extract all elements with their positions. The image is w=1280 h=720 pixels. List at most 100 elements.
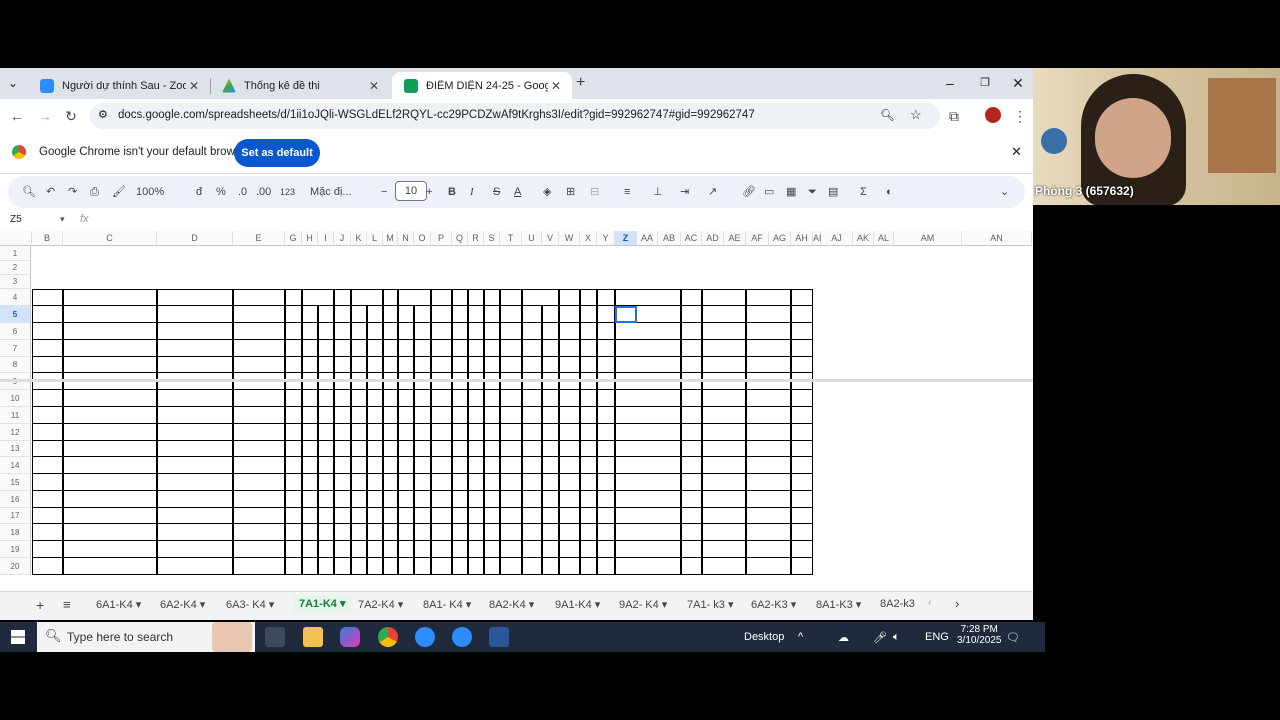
copilot-icon[interactable]	[340, 627, 360, 647]
chrome-taskbar-icon[interactable]	[378, 627, 398, 647]
zoom-taskbar-icon[interactable]	[415, 627, 435, 647]
sheet-tab[interactable]: 7A1- k3 ▾	[687, 598, 734, 611]
font-size-decrease[interactable]: −	[381, 184, 387, 200]
italic-icon[interactable]: I	[470, 184, 474, 200]
print-icon[interactable]: ⎙	[90, 184, 99, 200]
taskbar-search[interactable]: 🔍︎ Type here to search	[37, 622, 255, 652]
collapse-toolbar-icon[interactable]: ⌄	[1000, 184, 1009, 200]
tab-search-icon[interactable]: ⌄	[8, 76, 18, 90]
increase-decimal-button[interactable]: .00	[256, 184, 271, 200]
sheet-tab[interactable]: 8A2-k3	[880, 598, 915, 610]
forward-icon[interactable]: →	[36, 107, 54, 125]
decrease-decimal-button[interactable]: .0	[238, 184, 247, 200]
chart-icon[interactable]: ▦	[786, 184, 796, 200]
name-box-dropdown-icon[interactable]: ▾	[60, 214, 65, 225]
sheet-tab[interactable]: 6A2-K4 ▾	[160, 598, 205, 611]
file-explorer-icon[interactable]	[303, 627, 323, 647]
sheet-tab[interactable]: 7A2-K4 ▾	[358, 598, 403, 611]
comment-icon[interactable]: ▭	[764, 184, 774, 200]
sheet-tab[interactable]: 6A1-K4 ▾	[96, 598, 141, 611]
number-format-button[interactable]: 123	[280, 184, 295, 200]
taskview-app-icon[interactable]	[265, 627, 285, 647]
merge-cells-icon[interactable]: ⊟	[590, 184, 599, 200]
scroll-left-icon[interactable]: ‹	[928, 597, 932, 609]
speaker-icon[interactable]: 🔈︎	[893, 631, 900, 644]
sheet-tab[interactable]: 6A2-K3 ▾	[751, 598, 796, 611]
word-icon[interactable]	[489, 627, 509, 647]
font-size-increase[interactable]: +	[426, 184, 432, 200]
sheet-tab[interactable]: 6A3- K4 ▾	[226, 598, 274, 611]
functions-icon[interactable]: Σ	[860, 184, 867, 200]
table-cell	[157, 407, 233, 424]
back-icon[interactable]: ←	[8, 107, 26, 125]
table-cell	[32, 424, 63, 441]
add-sheet-icon[interactable]: +	[36, 597, 44, 613]
menu-icon[interactable]: ⋮	[1011, 107, 1029, 125]
tray-arrow-icon[interactable]: ^	[798, 631, 803, 643]
column-header: M	[383, 231, 398, 246]
site-info-icon[interactable]: ⚙	[98, 108, 108, 121]
wrap-icon[interactable]: ⇥	[680, 184, 689, 200]
filter-views-icon[interactable]: ▤	[828, 184, 838, 200]
tab-diem-dien[interactable]: ĐIỂM DIỆN 24-25 - Google Tra ✕	[392, 72, 572, 99]
zoom-select[interactable]: 100%	[136, 184, 164, 200]
omnibox[interactable]: ⚙ docs.google.com/spreadsheets/d/1ii1oJQ…	[90, 103, 940, 129]
rotate-icon[interactable]: ↗	[708, 184, 717, 200]
close-window-button[interactable]: ✕	[1003, 70, 1033, 96]
input-tools-icon[interactable]: ◐	[886, 184, 893, 200]
font-select[interactable]: Mặc đị...	[310, 184, 352, 200]
tab-zoom[interactable]: Người dự thính Sau - Zoom ✕	[28, 72, 210, 99]
close-icon[interactable]: ✕	[186, 79, 202, 93]
all-sheets-icon[interactable]: ≡	[63, 597, 71, 612]
currency-button[interactable]: đ	[196, 184, 202, 200]
minimize-button[interactable]: –	[935, 70, 965, 96]
windows-start-icon[interactable]	[11, 630, 25, 644]
sheet-tab[interactable]: 9A1-K4 ▾	[555, 598, 600, 611]
close-icon[interactable]: ✕	[366, 79, 382, 93]
paint-format-icon[interactable]: 🖌︎	[112, 184, 126, 200]
sheet-tab[interactable]: 8A1- K4 ▾	[423, 598, 471, 611]
valign-icon[interactable]: ⊥	[653, 184, 663, 200]
table-cell-empty	[746, 424, 791, 441]
bold-icon[interactable]: B	[448, 184, 456, 200]
undo-icon[interactable]: ↶	[46, 184, 55, 200]
font-size-input[interactable]: 10	[395, 181, 427, 201]
desktop-label[interactable]: Desktop	[744, 631, 784, 643]
maximize-button[interactable]: ❐	[970, 70, 1000, 96]
profile-avatar[interactable]	[985, 107, 1001, 123]
search-menus-icon[interactable]: 🔍︎	[22, 184, 36, 200]
reload-icon[interactable]: ↻	[62, 107, 80, 125]
clock[interactable]: 7:28 PM 3/10/2025	[957, 624, 1002, 646]
tab-thong-ke[interactable]: Thống kê đề thi ✕	[210, 72, 390, 99]
fill-color-icon[interactable]: ◈	[543, 184, 551, 200]
table-cell	[522, 491, 542, 508]
table-cell-empty	[702, 474, 746, 491]
align-icon[interactable]: ≡	[624, 184, 630, 200]
sheet-tab[interactable]: 8A1-K3 ▾	[816, 598, 861, 611]
filter-icon[interactable]: ⏷	[808, 184, 817, 200]
extensions-icon[interactable]: ⧉	[945, 107, 963, 125]
sheet-tab[interactable]: 7A1-K4 ▾	[293, 595, 352, 612]
set-default-button[interactable]: Set as default	[234, 139, 320, 167]
sheet-tab[interactable]: 8A2-K4 ▾	[489, 598, 534, 611]
language-indicator[interactable]: ENG	[925, 631, 949, 643]
text-color-icon[interactable]: A	[514, 184, 521, 200]
zoom-meeting-icon[interactable]	[452, 627, 472, 647]
borders-icon[interactable]: ⊞	[566, 184, 575, 200]
link-icon[interactable]: 🔗︎	[742, 184, 756, 200]
notification-icon[interactable]: 🗨︎	[1006, 631, 1020, 644]
cloud-icon[interactable]: ☁	[838, 631, 849, 644]
strikethrough-icon[interactable]: S	[493, 184, 500, 200]
spreadsheet-grid[interactable]: B C D E G H I J K L M N O P Q R S T U V W X Y Z AA AB AC AD AE AF AG AH…	[0, 231, 1033, 591]
percent-button[interactable]: %	[216, 184, 226, 200]
zoom-search-icon[interactable]: 🔍︎	[880, 108, 895, 122]
close-infobar-icon[interactable]: ✕	[1011, 144, 1022, 160]
scroll-right-icon[interactable]: ›	[955, 596, 959, 611]
sheet-tab[interactable]: 9A2- K4 ▾	[619, 598, 667, 611]
new-tab-icon[interactable]: +	[576, 74, 585, 92]
redo-icon[interactable]: ↷	[68, 184, 77, 200]
close-icon[interactable]: ✕	[548, 79, 564, 93]
mic-icon[interactable]: 🎤︎	[873, 631, 887, 644]
bookmark-star-icon[interactable]: ☆	[910, 107, 922, 123]
name-box[interactable]: Z5	[10, 214, 22, 225]
